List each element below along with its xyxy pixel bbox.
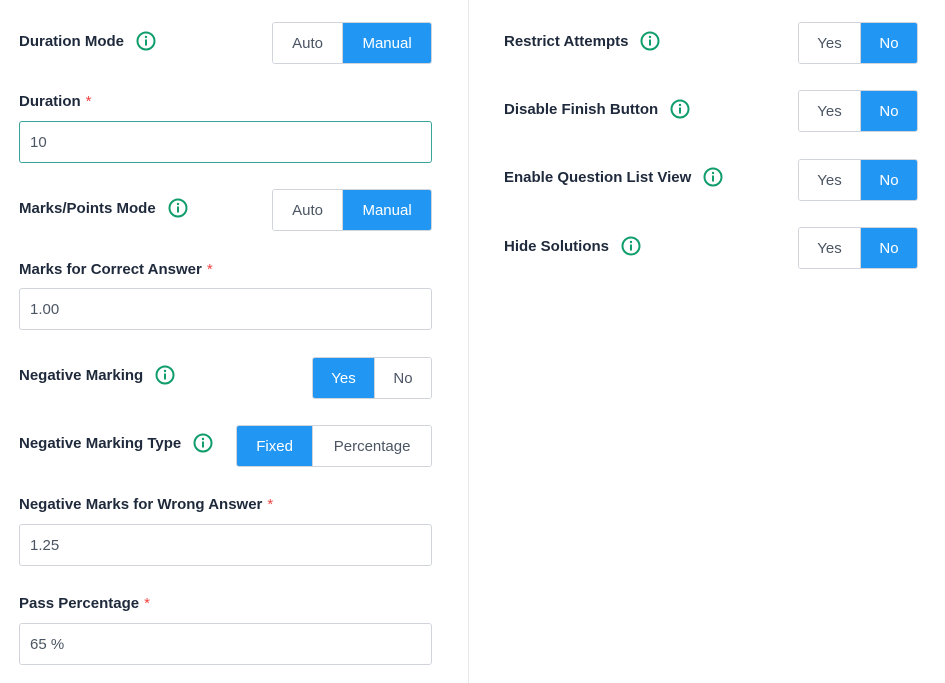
duration-input[interactable]: 10	[19, 121, 432, 163]
negative-marks-wrong-input[interactable]: 1.25	[19, 524, 432, 566]
negative-marking-label: Negative Marking	[19, 363, 175, 387]
negative-marking-type-fixed-option[interactable]: Fixed	[237, 426, 313, 466]
column-divider	[468, 0, 469, 683]
pass-percentage-input[interactable]: 65 %	[19, 623, 432, 665]
duration-mode-label: Duration Mode	[19, 29, 156, 53]
negative-marking-yes-option[interactable]: Yes	[313, 358, 374, 398]
disable-finish-yes-option[interactable]: Yes	[799, 91, 860, 131]
restrict-attempts-yes-option[interactable]: Yes	[799, 23, 860, 63]
info-icon[interactable]	[670, 99, 690, 119]
info-icon[interactable]	[168, 198, 188, 218]
restrict-attempts-label: Restrict Attempts	[504, 29, 660, 53]
question-list-view-toggle[interactable]: Yes No	[798, 159, 918, 201]
pass-percentage-label: Pass Percentage *	[19, 594, 150, 612]
disable-finish-label: Disable Finish Button	[504, 97, 690, 121]
hide-solutions-label: Hide Solutions	[504, 234, 641, 258]
question-list-view-no-option[interactable]: No	[859, 160, 917, 200]
negative-marks-wrong-label: Negative Marks for Wrong Answer *	[19, 495, 274, 513]
restrict-attempts-no-option[interactable]: No	[859, 23, 917, 63]
info-icon[interactable]	[703, 167, 723, 187]
duration-mode-manual-option[interactable]: Manual	[342, 23, 431, 63]
info-icon[interactable]	[155, 365, 175, 385]
marks-correct-label: Marks for Correct Answer *	[19, 260, 213, 278]
hide-solutions-toggle[interactable]: Yes No	[798, 227, 918, 269]
info-icon[interactable]	[136, 31, 156, 51]
hide-solutions-no-option[interactable]: No	[859, 228, 917, 268]
info-icon[interactable]	[640, 31, 660, 51]
marks-mode-manual-option[interactable]: Manual	[342, 190, 431, 230]
question-list-view-label: Enable Question List View	[504, 165, 723, 189]
marks-correct-input[interactable]: 1.00	[19, 288, 432, 330]
negative-marking-type-label: Negative Marking Type	[19, 431, 213, 455]
restrict-attempts-toggle[interactable]: Yes No	[798, 22, 918, 64]
negative-marking-toggle[interactable]: Yes No	[312, 357, 432, 399]
info-icon[interactable]	[193, 433, 213, 453]
negative-marking-type-percentage-option[interactable]: Percentage	[312, 426, 431, 466]
marks-mode-auto-option[interactable]: Auto	[273, 190, 343, 230]
negative-marking-no-option[interactable]: No	[373, 358, 431, 398]
hide-solutions-yes-option[interactable]: Yes	[799, 228, 860, 268]
disable-finish-toggle[interactable]: Yes No	[798, 90, 918, 132]
duration-mode-auto-option[interactable]: Auto	[273, 23, 343, 63]
disable-finish-no-option[interactable]: No	[859, 91, 917, 131]
negative-marking-type-toggle[interactable]: Fixed Percentage	[236, 425, 432, 467]
marks-mode-label: Marks/Points Mode	[19, 196, 188, 220]
question-list-view-yes-option[interactable]: Yes	[799, 160, 860, 200]
info-icon[interactable]	[621, 236, 641, 256]
marks-mode-toggle[interactable]: Auto Manual	[272, 189, 432, 231]
duration-mode-toggle[interactable]: Auto Manual	[272, 22, 432, 64]
duration-label: Duration *	[19, 92, 92, 110]
